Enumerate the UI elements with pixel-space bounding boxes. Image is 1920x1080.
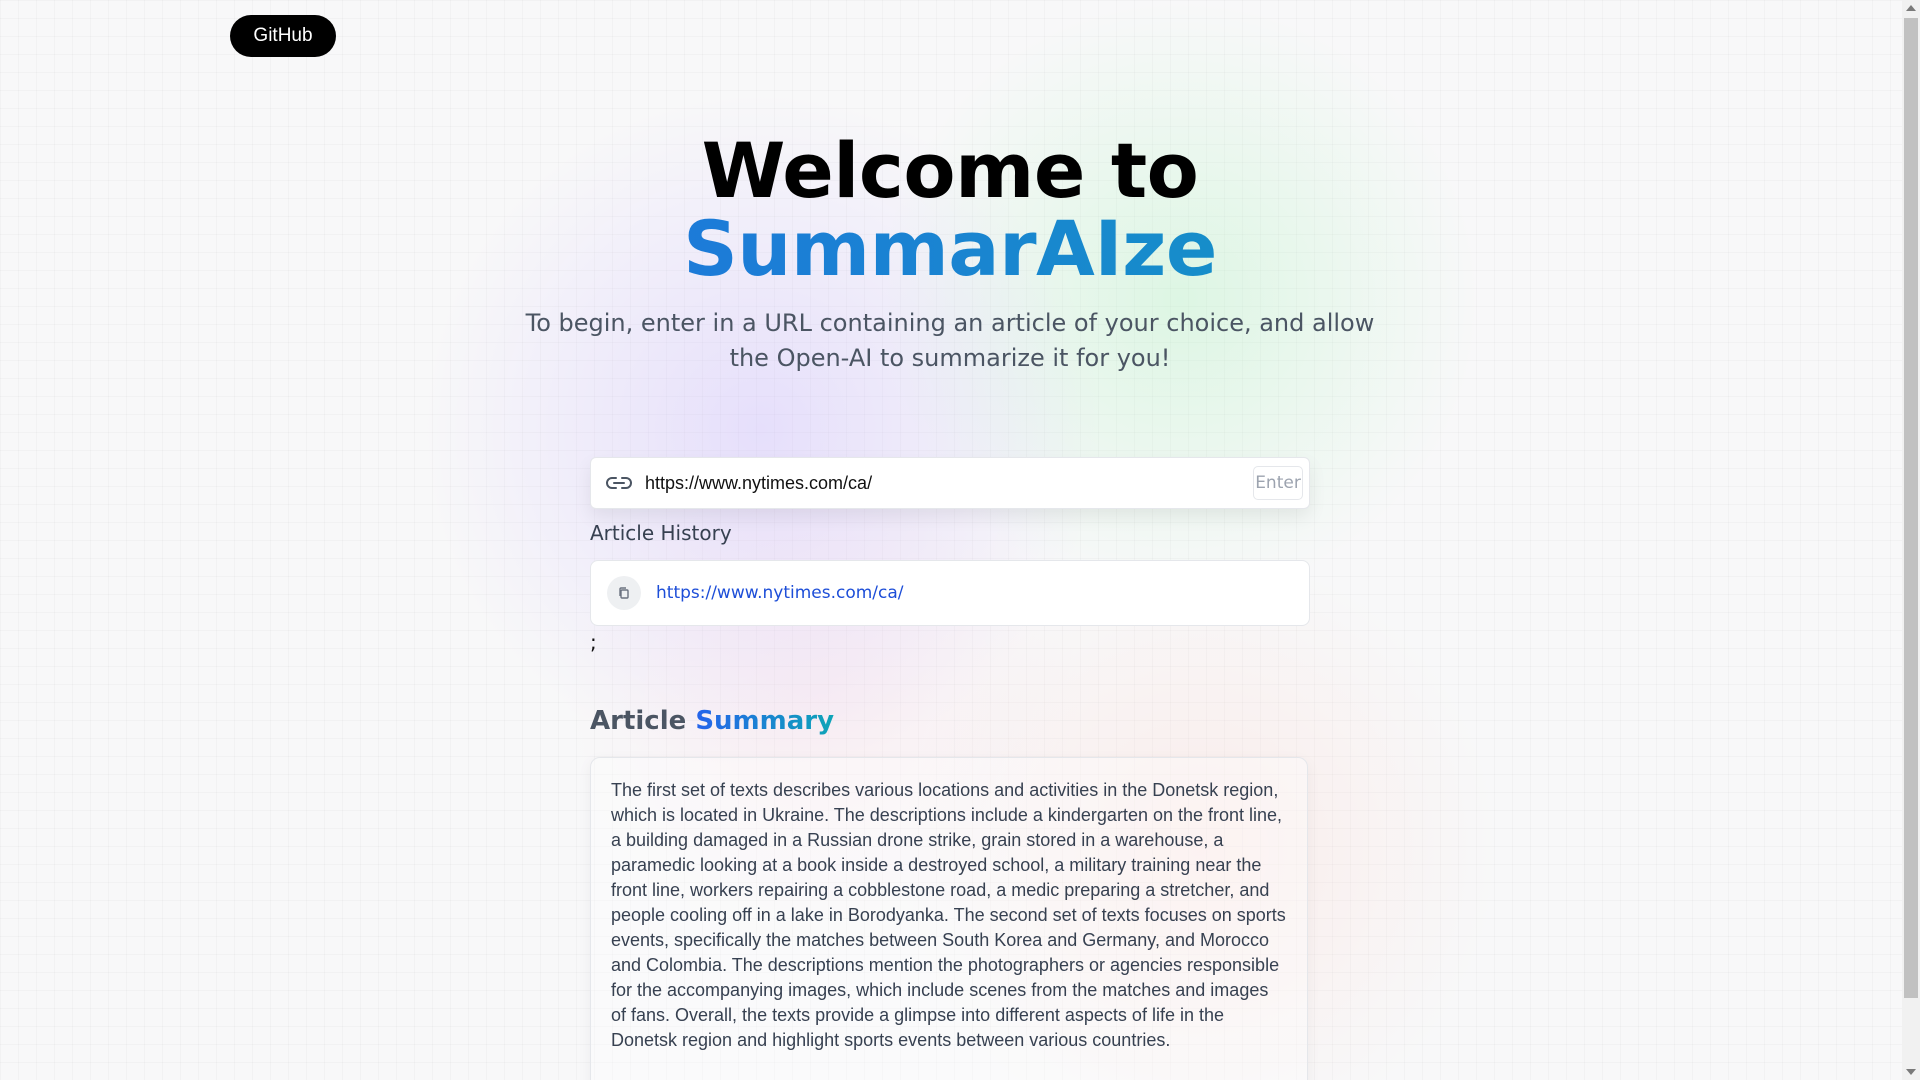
summary-heading: Article Summary xyxy=(590,706,834,736)
link-icon xyxy=(605,473,633,493)
summary-text: The first set of texts describes various… xyxy=(611,780,1286,1050)
copy-icon[interactable] xyxy=(607,576,641,610)
scrollbar-thumb[interactable] xyxy=(1904,18,1918,998)
title-line-1: Welcome to xyxy=(701,126,1199,215)
history-item[interactable]: https://www.nytimes.com/ca/ xyxy=(590,560,1310,626)
scroll-up-arrow-icon[interactable] xyxy=(1906,5,1916,11)
page-scrollbar[interactable] xyxy=(1902,0,1920,1080)
summary-heading-accent: Summary xyxy=(695,706,835,736)
article-history-label: Article History xyxy=(590,521,732,545)
github-button[interactable]: GitHub xyxy=(230,15,336,57)
scroll-down-arrow-icon[interactable] xyxy=(1906,1069,1916,1075)
page-subtitle: To begin, enter in a URL containing an a… xyxy=(525,309,1375,372)
enter-button[interactable]: Enter xyxy=(1253,466,1303,500)
url-form: Enter xyxy=(590,457,1310,509)
page-title: Welcome to SummarAIze xyxy=(0,132,1900,288)
stray-text: ; xyxy=(590,630,597,654)
hero-section: Welcome to SummarAIze To begin, enter in… xyxy=(0,132,1900,376)
title-brand: SummarAIze xyxy=(0,210,1900,288)
summary-card: The first set of texts describes various… xyxy=(590,757,1308,1080)
url-input[interactable] xyxy=(643,462,1253,504)
history-item-link[interactable]: https://www.nytimes.com/ca/ xyxy=(656,583,904,603)
summary-heading-plain: Article xyxy=(590,706,687,736)
